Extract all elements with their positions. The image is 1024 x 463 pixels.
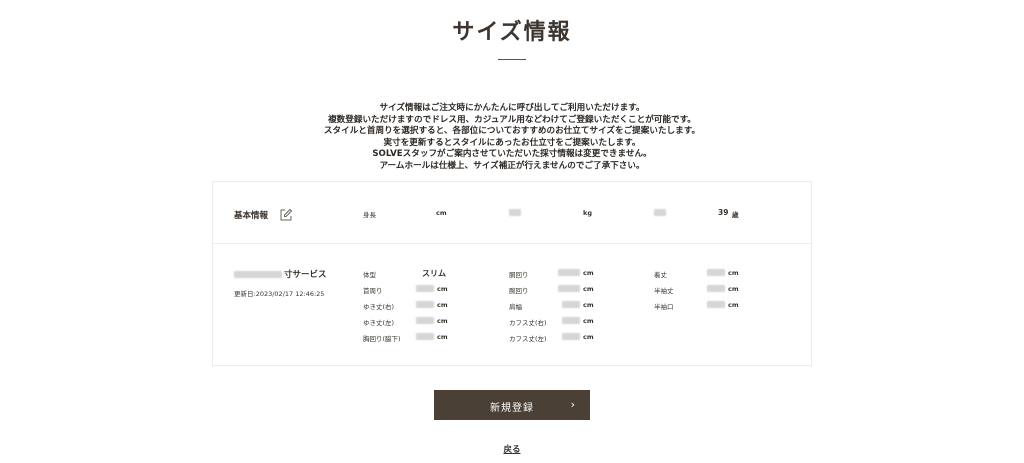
short-sleeve-value-redacted	[707, 285, 725, 292]
sleeve-right-unit: cm	[437, 301, 448, 309]
card-divider	[213, 243, 811, 244]
back-link-container: 戻る	[0, 443, 1024, 455]
chest-value-redacted	[416, 333, 434, 340]
intro-text: サイズ情報はご注文時にかんたんに呼び出してご利用いただけます。 複数登録いただけ…	[0, 103, 1024, 172]
short-sleeve-opening-value-redacted	[707, 301, 725, 308]
weight-unit: kg	[583, 209, 592, 217]
new-registration-label: 新規登録	[490, 403, 534, 414]
neck-value-redacted	[416, 285, 434, 292]
sleeve-right-label: ゆき丈(右)	[363, 303, 395, 311]
neck-unit: cm	[437, 285, 448, 293]
body-type-label: 体型	[363, 271, 376, 279]
chest-label: 胸回り(脇下)	[363, 335, 401, 343]
chevron-right-icon: ›	[570, 398, 576, 411]
shoulder-value-redacted	[562, 301, 580, 308]
intro-line: SOLVEスタッフがご案内させていただいた採寸情報は変更できません。	[372, 149, 652, 159]
title-divider	[498, 59, 526, 60]
intro-line: スタイルと首周りを選択すると、各部位についておすすめのお仕立てサイズをご提案いた…	[323, 126, 701, 136]
sleeve-left-label: ゆき丈(左)	[363, 319, 395, 327]
size-info-card: 基本情報 身長 cm kg 39 歳 寸サービス 更新日:2023/02/17 …	[212, 181, 812, 366]
shoulder-label: 肩幅	[509, 303, 522, 311]
short-sleeve-opening-label: 半袖口	[654, 303, 674, 311]
updated-date: 更新日:2023/02/17 12:46:25	[234, 290, 325, 298]
age-value: 39	[718, 208, 729, 217]
edit-icon[interactable]	[279, 207, 293, 221]
arm-label: 腕回り	[509, 287, 529, 295]
short-sleeve-opening-unit: cm	[728, 301, 739, 309]
cuff-left-label: カフス丈(左)	[509, 335, 547, 343]
waist-label: 胴回り	[509, 271, 529, 279]
chest-unit: cm	[437, 333, 448, 341]
age-unit: 歳	[732, 211, 739, 219]
age-label-redacted	[654, 209, 666, 216]
service-name-suffix: 寸サービス	[284, 270, 327, 280]
intro-line: 複数登録いただけますのでドレス用、カジュアル用などわけてご登録いただくことが可能…	[328, 114, 696, 125]
sleeve-left-value-redacted	[416, 317, 434, 324]
length-value-redacted	[707, 269, 725, 276]
body-type-value: スリム	[422, 269, 446, 278]
waist-unit: cm	[583, 269, 594, 277]
shoulder-unit: cm	[583, 301, 594, 309]
intro-line: サイズ情報はご注文時にかんたんに呼び出してご利用いただけます。	[379, 103, 645, 113]
service-name: 寸サービス	[234, 268, 327, 280]
cuff-right-unit: cm	[583, 317, 594, 325]
basic-info-label: 基本情報	[234, 211, 269, 221]
cuff-right-value-redacted	[562, 317, 580, 324]
sleeve-left-unit: cm	[437, 317, 448, 325]
new-registration-button[interactable]: 新規登録 ›	[434, 390, 590, 420]
short-sleeve-label: 半袖丈	[654, 287, 674, 295]
cuff-left-value-redacted	[562, 333, 580, 340]
cuff-left-unit: cm	[583, 333, 594, 341]
short-sleeve-unit: cm	[728, 285, 739, 293]
intro-line: アームホールは仕様上、サイズ補正が行えませんのでご了承下さい。	[379, 160, 645, 171]
intro-line: 実寸を更新するとスタイルにあったお仕立寸をご提案いたします。	[383, 137, 641, 148]
page-title: サイズ情報	[452, 20, 572, 45]
waist-value-redacted	[558, 269, 580, 276]
length-label: 着丈	[654, 271, 667, 279]
height-unit: cm	[436, 209, 447, 217]
neck-label: 首周り	[363, 287, 383, 295]
service-name-redacted	[234, 271, 282, 278]
arm-unit: cm	[583, 285, 594, 293]
back-link[interactable]: 戻る	[503, 445, 520, 455]
cuff-right-label: カフス丈(右)	[509, 319, 547, 327]
sleeve-right-value-redacted	[416, 301, 434, 308]
height-label: 身長	[363, 211, 376, 219]
arm-value-redacted	[558, 285, 580, 292]
weight-label-redacted	[509, 209, 521, 216]
length-unit: cm	[728, 269, 739, 277]
